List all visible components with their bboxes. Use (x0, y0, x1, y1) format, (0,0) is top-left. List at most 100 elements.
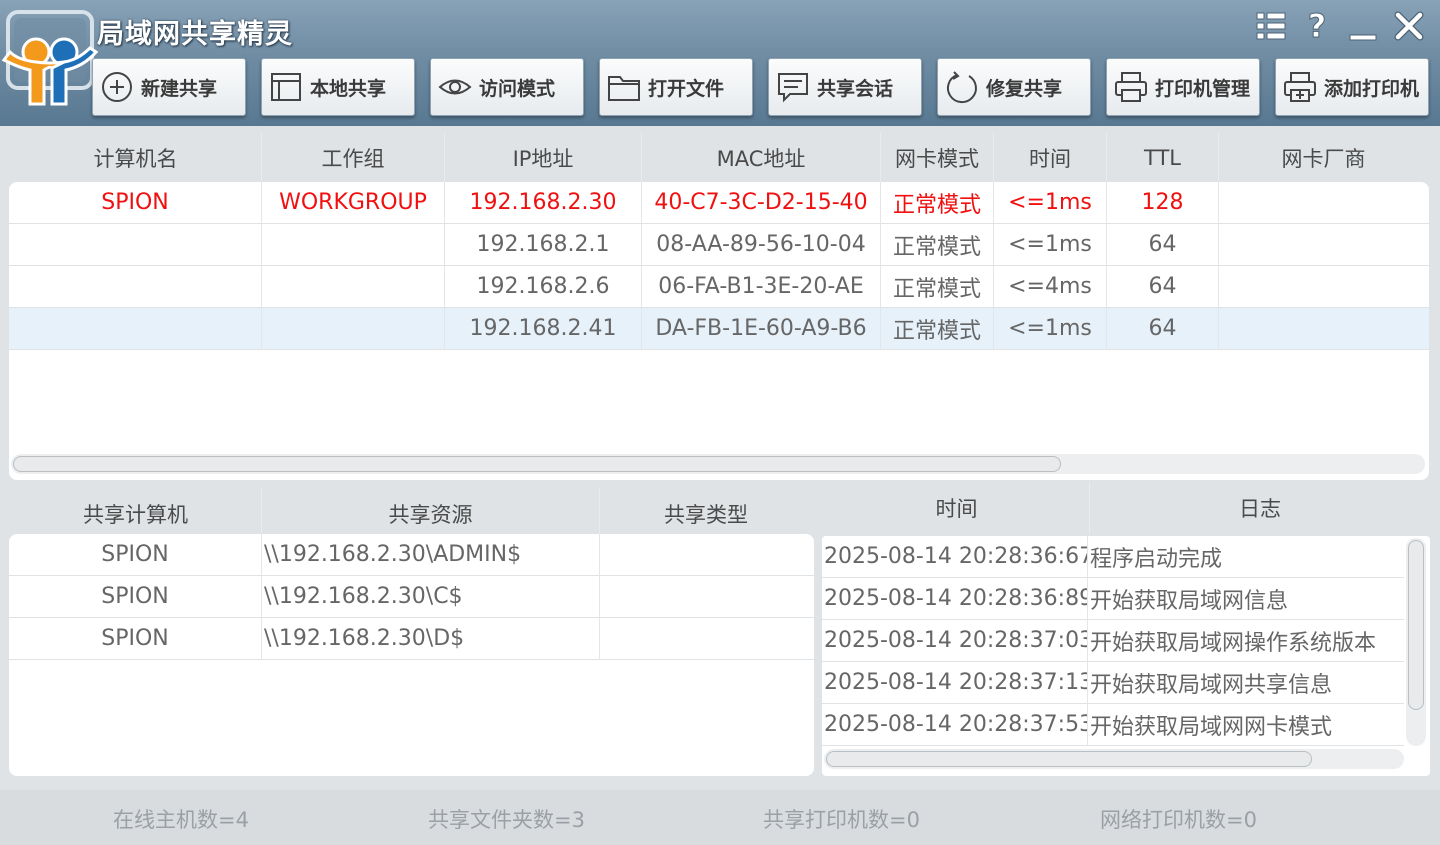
column-header[interactable]: 日志 (1090, 482, 1430, 534)
time-cell: <=1ms (994, 224, 1107, 265)
column-header[interactable]: 网卡厂商 (1219, 132, 1428, 184)
add-printer-button[interactable]: 添加打印机 (1275, 58, 1429, 116)
share-resource-cell: \\192.168.2.30\C$ (262, 576, 600, 617)
workgroup-cell (262, 266, 445, 307)
ttl-cell: 128 (1107, 182, 1219, 223)
shares-table: 共享计算机 共享资源 共享类型 (10, 488, 812, 540)
computer-name-cell: SPION (9, 182, 262, 223)
column-header[interactable]: 时间 (824, 482, 1090, 534)
plus-circle-icon (99, 69, 135, 105)
access-mode-button[interactable]: 访问模式 (430, 58, 584, 116)
refresh-icon (944, 69, 980, 105)
add-printer-icon (1282, 69, 1318, 105)
workgroup-cell: WORKGROUP (262, 182, 445, 223)
table-row[interactable]: SPION WORKGROUP 192.168.2.30 40-C7-3C-D2-15… (9, 182, 1429, 224)
ip-address-cell: 192.168.2.6 (445, 266, 642, 307)
ttl-cell: 64 (1107, 224, 1219, 265)
minimize-icon[interactable] (1346, 8, 1380, 44)
nic-mode-cell: 正常模式 (881, 224, 994, 265)
scrollbar-thumb[interactable] (13, 456, 1061, 472)
column-header[interactable]: IP地址 (445, 132, 642, 184)
column-header[interactable]: MAC地址 (642, 132, 881, 184)
time-cell: <=1ms (994, 182, 1107, 223)
log-row[interactable]: 2025-08-14 20:28:37:035 开始获取局域网操作系统版本 (822, 620, 1404, 662)
nic-vendor-cell (1219, 224, 1429, 265)
printer-icon (1113, 69, 1149, 105)
close-icon[interactable] (1392, 8, 1426, 44)
column-header[interactable]: 共享计算机 (10, 488, 262, 540)
hosts-table-body: SPION WORKGROUP 192.168.2.30 40-C7-3C-D2-15… (9, 182, 1429, 480)
status-bar: 在线主机数=4 共享文件夹数=3 共享打印机数=0 网络打印机数=0 (0, 790, 1440, 845)
hosts-horizontal-scrollbar[interactable] (11, 454, 1425, 474)
column-header[interactable]: TTL (1107, 132, 1219, 184)
log-time-cell: 2025-08-14 20:28:37:130 (822, 662, 1088, 703)
new-share-button[interactable]: 新建共享 (92, 58, 246, 116)
mac-address-cell: 08-AA-89-56-10-04 (642, 224, 881, 265)
table-row[interactable]: 192.168.2.1 08-AA-89-56-10-04 正常模式 <=1ms 64 (9, 224, 1429, 266)
log-row[interactable]: 2025-08-14 20:28:36:891 开始获取局域网信息 (822, 578, 1404, 620)
log-message-cell: 开始获取局域网信息 (1090, 588, 1289, 614)
shares-table-body: SPION \\192.168.2.30\ADMIN$ SPION \\192.168… (9, 534, 814, 776)
table-row[interactable]: 192.168.2.41 DA-FB-1E-60-A9-B6 正常模式 <=1ms 64 (9, 308, 1429, 350)
mac-address-cell: 40-C7-3C-D2-15-40 (642, 182, 881, 223)
column-header[interactable]: 时间 (994, 132, 1107, 184)
shared-folders-count: 共享文件夹数=3 (428, 808, 585, 832)
share-computer-cell: SPION (9, 576, 262, 617)
hosts-table-header: 计算机名 工作组 IP地址 MAC地址 网卡模式 时间 TTL 网卡厂商 (10, 132, 1428, 184)
column-header[interactable]: 共享类型 (600, 488, 812, 540)
log-time-cell: 2025-08-14 20:28:36:679 (822, 536, 1088, 577)
share-session-button[interactable]: 共享会话 (768, 58, 922, 116)
log-row[interactable]: 2025-08-14 20:28:37:538 开始获取局域网网卡模式 (822, 704, 1404, 746)
ip-address-cell: 192.168.2.30 (445, 182, 642, 223)
log-message-cell: 程序启动完成 (1090, 546, 1223, 572)
nic-vendor-cell (1219, 266, 1429, 307)
computer-name-cell (9, 308, 262, 349)
open-file-button[interactable]: 打开文件 (599, 58, 753, 116)
share-resource-cell: \\192.168.2.30\D$ (262, 618, 600, 659)
computer-name-cell (9, 224, 262, 265)
share-computer-cell: SPION (9, 618, 262, 659)
log-horizontal-scrollbar[interactable] (824, 749, 1404, 769)
local-share-button[interactable]: 本地共享 (261, 58, 415, 116)
share-computer-cell: SPION (9, 534, 262, 575)
log-row[interactable]: 2025-08-14 20:28:36:679 程序启动完成 (822, 536, 1404, 578)
table-row[interactable]: SPION \\192.168.2.30\ADMIN$ (9, 534, 814, 576)
repair-share-button[interactable]: 修复共享 (937, 58, 1091, 116)
log-message-cell: 开始获取局域网网卡模式 (1090, 714, 1333, 740)
table-row[interactable]: 192.168.2.6 06-FA-B1-3E-20-AE 正常模式 <=4ms 64 (9, 266, 1429, 308)
share-type-cell (600, 576, 814, 617)
log-vertical-scrollbar[interactable] (1406, 538, 1426, 746)
workgroup-cell (262, 224, 445, 265)
log-time-cell: 2025-08-14 20:28:37:035 (822, 620, 1088, 661)
workgroup-cell (262, 308, 445, 349)
ttl-cell: 64 (1107, 266, 1219, 307)
hosts-table: 计算机名 工作组 IP地址 MAC地址 网卡模式 时间 TTL 网卡厂商 (10, 132, 1428, 184)
eye-icon (437, 69, 473, 105)
column-header[interactable]: 共享资源 (262, 488, 600, 540)
title-bar: 局域网共享精灵 ? 新建共享 本地共享 访问模式 打开文件 共享会话 修复共享 … (0, 0, 1440, 126)
ip-address-cell: 192.168.2.1 (445, 224, 642, 265)
scrollbar-thumb[interactable] (1408, 540, 1424, 710)
printer-manage-button[interactable]: 打印机管理 (1106, 58, 1260, 116)
folder-icon (606, 69, 642, 105)
table-row[interactable]: SPION \\192.168.2.30\C$ (9, 576, 814, 618)
log-time-cell: 2025-08-14 20:28:36:891 (822, 578, 1088, 619)
network-printers-count: 网络打印机数=0 (1100, 808, 1257, 832)
log-row[interactable]: 2025-08-14 20:28:37:130 开始获取局域网共享信息 (822, 662, 1404, 704)
ttl-cell: 64 (1107, 308, 1219, 349)
log-table: 时间 日志 (824, 482, 1430, 534)
shared-printers-count: 共享打印机数=0 (763, 808, 920, 832)
column-header[interactable]: 工作组 (262, 132, 445, 184)
share-resource-cell: \\192.168.2.30\ADMIN$ (262, 534, 600, 575)
toolbar: 新建共享 本地共享 访问模式 打开文件 共享会话 修复共享 打印机管理 添加打印… (92, 58, 1429, 116)
computer-name-cell (9, 266, 262, 307)
mac-address-cell: DA-FB-1E-60-A9-B6 (642, 308, 881, 349)
help-icon[interactable]: ? (1300, 8, 1334, 44)
table-row[interactable]: SPION \\192.168.2.30\D$ (9, 618, 814, 660)
log-time-cell: 2025-08-14 20:28:37:538 (822, 704, 1088, 745)
column-header[interactable]: 网卡模式 (881, 132, 994, 184)
chat-icon (775, 69, 811, 105)
menu-icon[interactable] (1254, 8, 1288, 44)
column-header[interactable]: 计算机名 (10, 132, 262, 184)
scrollbar-thumb[interactable] (826, 751, 1312, 767)
